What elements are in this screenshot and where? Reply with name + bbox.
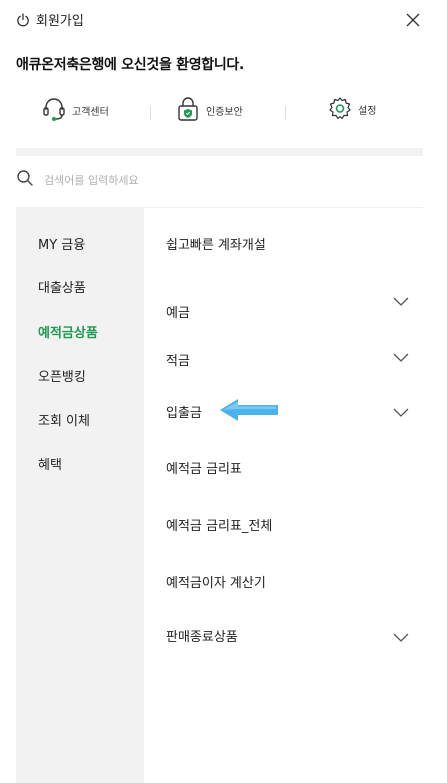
signup-button[interactable]: 회원가입 <box>16 10 84 29</box>
search-icon <box>16 169 34 191</box>
sidebar-item-deposit-products[interactable]: 예적금상품 <box>38 322 98 341</box>
section-divider <box>16 148 423 156</box>
close-icon[interactable] <box>405 12 421 32</box>
gear-icon <box>328 96 352 123</box>
sidebar-item-open-banking[interactable]: 오픈뱅킹 <box>38 366 86 385</box>
category-sidebar: MY 금융 대출상품 예적금상품 오픈뱅킹 조회 이체 혜택 <box>16 208 144 783</box>
menu-item-checking[interactable]: 입출금 <box>166 402 202 421</box>
sidebar-item-inquiry-transfer[interactable]: 조회 이체 <box>38 410 90 429</box>
settings-label: 설정 <box>358 106 377 117</box>
divider <box>150 106 151 120</box>
chevron-down-icon[interactable] <box>393 292 409 311</box>
search-bar[interactable] <box>16 164 423 196</box>
settings-link[interactable]: 설정 <box>328 96 376 123</box>
left-arrow-icon <box>220 398 280 426</box>
chevron-down-icon[interactable] <box>393 348 409 367</box>
sidebar-item-benefits[interactable]: 혜택 <box>38 454 62 473</box>
menu-item-discontinued-products[interactable]: 판매종료상품 <box>166 626 238 645</box>
customer-center-label: 고객센터 <box>72 107 109 118</box>
menu-item-rate-table[interactable]: 예적금 금리표 <box>166 458 242 477</box>
welcome-message: 애큐온저축은행에 오신것을 환영합니다. <box>16 57 245 73</box>
chevron-down-icon[interactable] <box>393 403 409 422</box>
search-input[interactable] <box>44 173 384 187</box>
headset-icon <box>42 96 66 125</box>
menu-item-interest-calculator[interactable]: 예적금이자 계산기 <box>166 572 266 591</box>
signup-label: 회원가입 <box>36 14 84 29</box>
auth-security-link[interactable]: 인증보안 <box>176 96 243 125</box>
menu-item-deposit[interactable]: 예금 <box>166 302 190 321</box>
quick-links: 고객센터 인증보안 설정 <box>0 96 447 140</box>
power-icon <box>16 12 30 27</box>
divider <box>285 106 286 120</box>
chevron-down-icon[interactable] <box>393 628 409 647</box>
menu-item-savings[interactable]: 적금 <box>166 350 190 369</box>
menu-item-rate-table-all[interactable]: 예적금 금리표_전체 <box>166 515 272 534</box>
auth-security-label: 인증보안 <box>206 107 243 118</box>
top-bar: 회원가입 <box>0 0 447 44</box>
menu-item-quick-account-opening[interactable]: 쉽고빠른 계좌개설 <box>166 234 266 253</box>
sidebar-item-loan-products[interactable]: 대출상품 <box>38 277 86 296</box>
shield-lock-icon <box>176 96 200 125</box>
sidebar-item-my-finance[interactable]: MY 금융 <box>38 234 85 253</box>
customer-center-link[interactable]: 고객센터 <box>42 96 109 125</box>
